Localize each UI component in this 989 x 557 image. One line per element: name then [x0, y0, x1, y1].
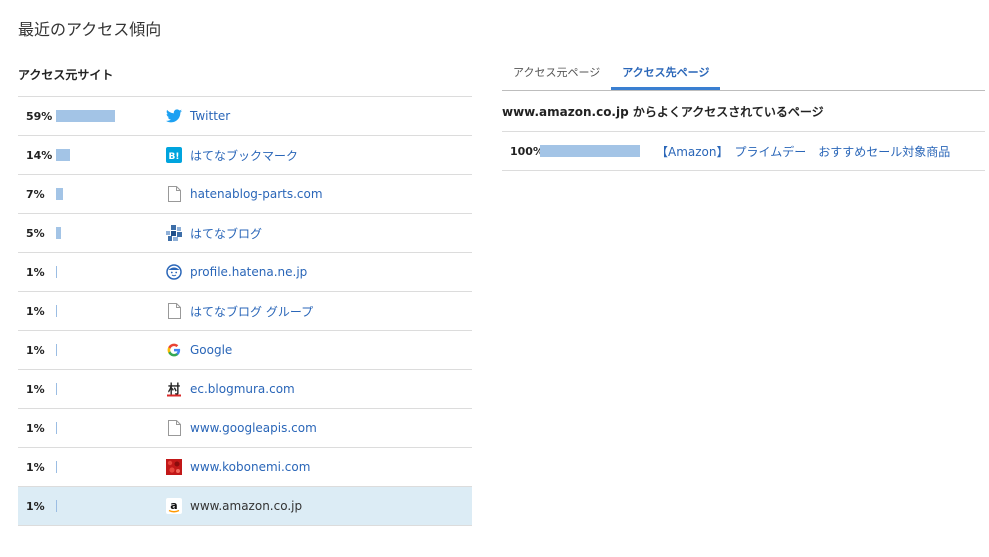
referrer-link[interactable]: profile.hatena.ne.jp — [190, 265, 307, 279]
tab-destination-pages[interactable]: アクセス先ページ — [611, 58, 721, 90]
referrer-row-selected[interactable]: 1% a www.amazon.co.jp — [18, 487, 472, 526]
referrer-row[interactable]: 14% B! はてなブックマーク — [18, 136, 472, 175]
referrer-link[interactable]: はてなブログ — [190, 225, 262, 242]
google-icon — [166, 342, 182, 358]
destination-panel: アクセス元ページ アクセス先ページ www.amazon.co.jp からよくア… — [502, 58, 985, 171]
referrer-bar — [56, 188, 63, 200]
kobonemi-icon — [166, 459, 182, 475]
referrer-bar — [56, 461, 57, 473]
referrer-percent: 1% — [26, 343, 45, 357]
svg-text:a: a — [170, 499, 177, 512]
tab-bar: アクセス元ページ アクセス先ページ — [502, 58, 985, 91]
referrer-row[interactable]: 7% hatenablog-parts.com — [18, 175, 472, 214]
referrer-bar — [56, 110, 115, 122]
referrer-percent: 7% — [26, 187, 45, 201]
referrer-row[interactable]: 1% profile.hatena.ne.jp — [18, 253, 472, 292]
destination-percent: 100% — [510, 144, 544, 158]
document-icon — [166, 420, 182, 436]
referrer-link[interactable]: www.googleapis.com — [190, 421, 317, 435]
page-title: 最近のアクセス傾向 — [18, 20, 162, 39]
blogmura-icon: 村 — [166, 381, 182, 397]
referrer-percent: 59% — [26, 109, 53, 123]
referrer-percent: 1% — [26, 499, 45, 513]
referrer-link[interactable]: www.kobonemi.com — [190, 460, 310, 474]
referrer-bar — [56, 305, 57, 317]
referrer-link[interactable]: はてなブログ グループ — [190, 303, 313, 320]
referrer-bar — [56, 227, 61, 239]
tab-source-pages[interactable]: アクセス元ページ — [502, 58, 611, 90]
referrer-row[interactable]: 1% はてなブログ グループ — [18, 292, 472, 331]
referrer-link[interactable]: はてなブックマーク — [190, 147, 298, 164]
referrer-percent: 5% — [26, 226, 45, 240]
referrer-bar — [56, 149, 70, 161]
referrer-row[interactable]: 1% www.kobonemi.com — [18, 448, 472, 487]
referrer-bar — [56, 383, 57, 395]
referrer-panel: アクセス元サイト 59% Twitter 14% B! はてなブックマーク 7%… — [18, 66, 472, 526]
destination-bar — [540, 145, 640, 157]
svg-text:B!: B! — [169, 152, 180, 162]
profile-face-icon — [166, 264, 182, 280]
referrer-percent: 1% — [26, 382, 45, 396]
referrer-link[interactable]: hatenablog-parts.com — [190, 187, 323, 201]
svg-text:村: 村 — [168, 381, 180, 396]
referrer-bar — [56, 344, 57, 356]
destination-row[interactable]: 100% 【Amazon】 プライムデー おすすめセール対象商品 — [502, 132, 985, 171]
destination-heading: www.amazon.co.jp からよくアクセスされているページ — [502, 103, 985, 132]
referrer-bar — [56, 266, 57, 278]
destination-link[interactable]: 【Amazon】 プライムデー おすすめセール対象商品 — [656, 143, 950, 160]
referrer-percent: 1% — [26, 304, 45, 318]
referrer-percent: 14% — [26, 148, 53, 162]
referrer-bar — [56, 422, 57, 434]
referrer-section-title: アクセス元サイト — [18, 66, 472, 97]
twitter-icon — [166, 108, 182, 124]
document-icon — [166, 186, 182, 202]
referrer-percent: 1% — [26, 421, 45, 435]
referrer-row[interactable]: 1% Google — [18, 331, 472, 370]
document-icon — [166, 303, 182, 319]
referrer-row[interactable]: 5% はてなブログ — [18, 214, 472, 253]
referrer-link[interactable]: www.amazon.co.jp — [190, 499, 302, 513]
hatena-bookmark-icon: B! — [166, 147, 182, 163]
referrer-row[interactable]: 1% 村 ec.blogmura.com — [18, 370, 472, 409]
referrer-bar — [56, 500, 57, 512]
referrer-row[interactable]: 1% www.googleapis.com — [18, 409, 472, 448]
amazon-icon: a — [166, 498, 182, 514]
hatena-blog-icon — [166, 225, 182, 241]
referrer-percent: 1% — [26, 265, 45, 279]
referrer-link[interactable]: ec.blogmura.com — [190, 382, 295, 396]
referrer-link[interactable]: Google — [190, 343, 232, 357]
referrer-percent: 1% — [26, 460, 45, 474]
referrer-link[interactable]: Twitter — [190, 109, 230, 123]
referrer-row[interactable]: 59% Twitter — [18, 97, 472, 136]
